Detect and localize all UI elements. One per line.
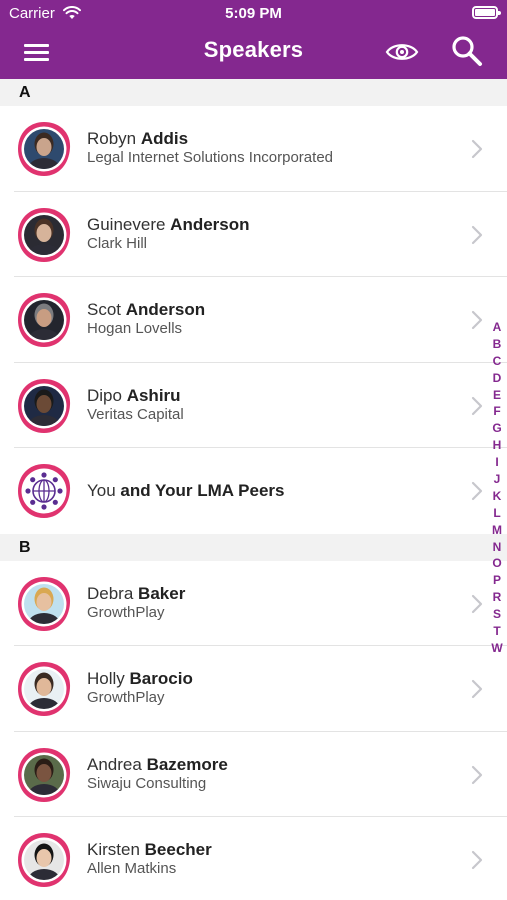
- avatar: [18, 747, 71, 802]
- speaker-first-name: Scot: [87, 300, 122, 319]
- index-letter[interactable]: N: [488, 539, 506, 556]
- avatar: [18, 378, 71, 433]
- status-bar: Carrier 5:09 PM: [0, 0, 507, 28]
- index-letter[interactable]: M: [488, 522, 506, 539]
- chevron-right-icon: [471, 310, 483, 330]
- chevron-right-icon: [471, 850, 483, 870]
- index-letter[interactable]: S: [488, 606, 506, 623]
- chevron-right-icon: [471, 594, 483, 613]
- index-letter[interactable]: J: [488, 471, 506, 488]
- speaker-name: Robyn Addis: [87, 129, 188, 149]
- index-letter[interactable]: H: [488, 437, 506, 454]
- speaker-first-name: Guinevere: [87, 214, 166, 234]
- avatar: [18, 662, 71, 716]
- speaker-first-name: You: [87, 481, 116, 500]
- page-title: Speakers: [203, 37, 304, 62]
- speaker-organization: Hogan Lovells: [87, 320, 183, 337]
- app-header: Carrier 5:09 PM Speakers: [0, 0, 507, 79]
- speaker-first-name: Dipo: [87, 385, 122, 405]
- speaker-last-name: Anderson: [125, 300, 206, 319]
- chevron-right-icon: [471, 139, 483, 159]
- speaker-last-name: Bazemore: [146, 754, 228, 774]
- speaker-last-name: and Your LMA Peers: [120, 481, 285, 500]
- avatar: [18, 464, 71, 518]
- chevron-right-icon: [471, 396, 483, 415]
- speaker-row[interactable]: Scot Anderson Hogan Lovells: [0, 277, 507, 363]
- alphabet-index[interactable]: ABCDEFGHIJKLMNOPRSTW: [488, 319, 506, 657]
- speaker-organization: Clark Hill: [87, 234, 147, 252]
- index-letter[interactable]: R: [488, 589, 506, 606]
- speaker-name: Andrea Bazemore: [87, 755, 228, 775]
- index-letter[interactable]: K: [488, 488, 506, 505]
- speaker-name: Dipo Ashiru: [87, 386, 181, 406]
- chevron-right-icon: [471, 765, 483, 784]
- index-letter[interactable]: F: [488, 403, 506, 420]
- speaker-organization: GrowthPlay: [87, 689, 165, 706]
- speaker-row[interactable]: Dipo Ashiru Veritas Capital: [0, 363, 507, 449]
- speaker-name: Scot Anderson: [87, 300, 205, 320]
- speaker-row[interactable]: Kirsten Beecher Allen Matkins: [0, 817, 507, 900]
- index-letter[interactable]: G: [488, 420, 506, 437]
- speaker-name: Debra Baker: [87, 584, 185, 604]
- speaker-organization: Veritas Capital: [87, 405, 184, 423]
- index-letter[interactable]: O: [488, 555, 506, 572]
- speaker-first-name: Kirsten: [87, 840, 140, 859]
- index-letter[interactable]: L: [488, 505, 506, 522]
- speaker-organization: GrowthPlay: [87, 603, 165, 621]
- section-header: A: [0, 79, 507, 106]
- index-letter[interactable]: A: [488, 319, 506, 336]
- avatar: [18, 293, 71, 347]
- section-header: B: [0, 533, 507, 561]
- speaker-row[interactable]: Robyn Addis Legal Internet Solutions Inco…: [0, 106, 507, 192]
- speaker-organization: Siwaju Consulting: [87, 774, 207, 792]
- speaker-row[interactable]: Guinevere Anderson Clark Hill: [0, 192, 507, 278]
- avatar: [18, 122, 71, 176]
- status-time: 5:09 PM: [225, 5, 282, 22]
- speaker-name: Holly Barocio: [87, 669, 193, 689]
- speakers-screen: Carrier 5:09 PM Speakers A Robyn Addis Le: [0, 0, 507, 900]
- speaker-last-name: Beecher: [144, 840, 212, 859]
- speaker-name: Kirsten Beecher: [87, 840, 212, 860]
- chevron-right-icon: [471, 225, 483, 244]
- speaker-row[interactable]: You and Your LMA Peers: [0, 448, 507, 534]
- speaker-last-name: Barocio: [129, 669, 193, 688]
- avatar: [18, 207, 71, 262]
- speaker-organization: Allen Matkins: [87, 860, 177, 877]
- speaker-list[interactable]: A Robyn Addis Legal Internet Solutions Inc…: [0, 79, 507, 900]
- chevron-right-icon: [471, 481, 483, 501]
- avatar: [18, 576, 71, 631]
- index-letter[interactable]: W: [488, 640, 506, 657]
- speaker-row[interactable]: Debra Baker GrowthPlay: [0, 561, 507, 647]
- index-letter[interactable]: B: [488, 336, 506, 353]
- chevron-right-icon: [471, 679, 483, 699]
- speaker-name: Guinevere Anderson: [87, 215, 250, 235]
- index-letter[interactable]: T: [488, 623, 506, 640]
- speaker-row[interactable]: Holly Barocio GrowthPlay: [0, 646, 507, 732]
- speaker-last-name: Ashiru: [126, 385, 181, 405]
- index-letter[interactable]: D: [488, 370, 506, 387]
- speaker-organization: Legal Internet Solutions Incorporated: [87, 149, 333, 166]
- speaker-last-name: Addis: [140, 129, 189, 148]
- speaker-first-name: Robyn: [87, 129, 137, 148]
- eye-icon[interactable]: [384, 37, 420, 67]
- index-letter[interactable]: P: [488, 572, 506, 589]
- index-letter[interactable]: E: [488, 387, 506, 404]
- speaker-row[interactable]: Andrea Bazemore Siwaju Consulting: [0, 732, 507, 818]
- battery-icon: [472, 6, 501, 19]
- avatar: [18, 833, 71, 887]
- search-icon[interactable]: [450, 34, 484, 68]
- speaker-last-name: Anderson: [170, 214, 250, 234]
- speaker-first-name: Debra: [87, 583, 134, 603]
- nav-bar: Speakers: [0, 28, 507, 79]
- index-letter[interactable]: C: [488, 353, 506, 370]
- speaker-name: You and Your LMA Peers: [87, 481, 284, 501]
- speaker-first-name: Holly: [87, 669, 125, 688]
- speaker-last-name: Baker: [138, 583, 186, 603]
- index-letter[interactable]: I: [488, 454, 506, 471]
- speaker-first-name: Andrea: [87, 754, 142, 774]
